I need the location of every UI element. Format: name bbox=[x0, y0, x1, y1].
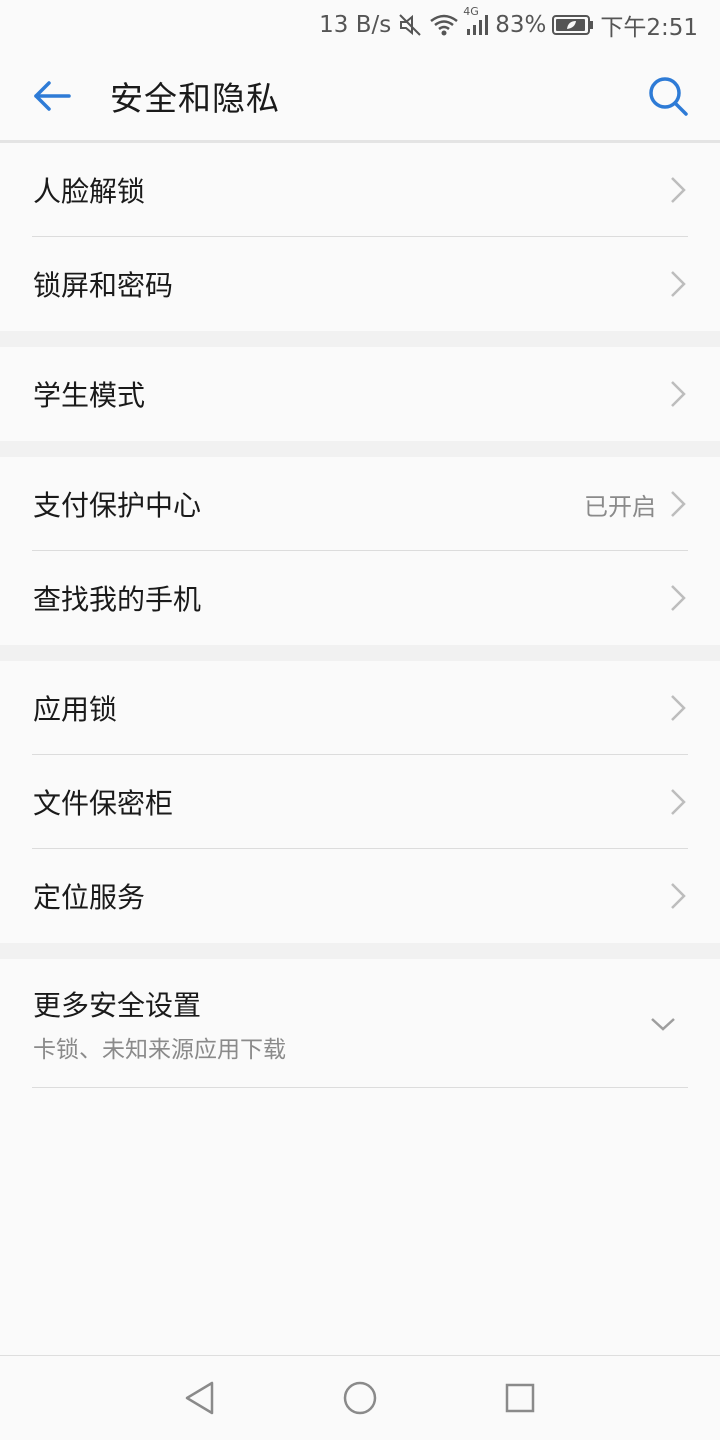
chevron-right-icon bbox=[671, 381, 686, 407]
wifi-icon bbox=[429, 13, 459, 37]
item-label: 学生模式 bbox=[33, 379, 146, 412]
chevron-right-icon bbox=[671, 883, 686, 909]
chevron-right-icon bbox=[671, 789, 686, 815]
face-unlock-item[interactable]: 人脸解锁 bbox=[0, 143, 720, 237]
settings-group-more: 更多安全设置 卡锁、未知来源应用下载 bbox=[0, 959, 720, 1088]
back-button[interactable] bbox=[0, 50, 110, 142]
item-label: 人脸解锁 bbox=[33, 175, 146, 208]
item-label: 文件保密柜 bbox=[33, 787, 174, 820]
find-my-phone-item[interactable]: 查找我的手机 bbox=[0, 551, 720, 645]
clock: 下午2:51 bbox=[600, 15, 698, 41]
recents-square-icon bbox=[505, 1383, 535, 1413]
lock-screen-password-item[interactable]: 锁屏和密码 bbox=[0, 237, 720, 331]
search-button[interactable] bbox=[644, 72, 692, 120]
item-label: 锁屏和密码 bbox=[33, 269, 174, 302]
item-label: 更多安全设置 bbox=[33, 988, 202, 1022]
page-title: 安全和隐私 bbox=[110, 79, 280, 118]
location-services-item[interactable]: 定位服务 bbox=[0, 849, 720, 943]
mute-icon bbox=[397, 12, 423, 38]
item-label: 支付保护中心 bbox=[33, 489, 202, 522]
item-subtitle: 卡锁、未知来源应用下载 bbox=[33, 1036, 286, 1063]
chevron-right-icon bbox=[671, 695, 686, 721]
settings-group-unlock: 人脸解锁 锁屏和密码 bbox=[0, 143, 720, 331]
battery-icon bbox=[552, 14, 594, 36]
back-triangle-icon bbox=[185, 1381, 214, 1415]
payment-protection-item[interactable]: 支付保护中心 已开启 bbox=[0, 457, 720, 551]
nav-home-button[interactable] bbox=[280, 1356, 440, 1440]
net-speed: 13 B/s bbox=[319, 12, 392, 38]
file-safe-item[interactable]: 文件保密柜 bbox=[0, 755, 720, 849]
chevron-down-icon bbox=[651, 1017, 675, 1031]
item-label: 应用锁 bbox=[33, 693, 118, 726]
system-nav-bar bbox=[0, 1355, 720, 1440]
item-label: 定位服务 bbox=[33, 881, 146, 914]
chevron-right-icon bbox=[671, 585, 686, 611]
item-texts: 更多安全设置 卡锁、未知来源应用下载 bbox=[33, 984, 648, 1064]
nav-back-button[interactable] bbox=[120, 1356, 280, 1440]
status-bar: 13 B/s 4G 83% 下午2:51 bbox=[0, 0, 720, 50]
signal-icon: 4G bbox=[463, 5, 489, 37]
app-bar: 安全和隐私 bbox=[0, 50, 720, 142]
battery-percent: 83% bbox=[495, 12, 547, 38]
settings-group-apps: 应用锁 文件保密柜 定位服务 bbox=[0, 661, 720, 943]
group-separator bbox=[0, 331, 720, 347]
student-mode-item[interactable]: 学生模式 bbox=[0, 347, 720, 441]
chevron-right-icon bbox=[671, 177, 686, 203]
group-separator bbox=[0, 441, 720, 457]
nav-recents-button[interactable] bbox=[440, 1356, 600, 1440]
chevron-right-icon bbox=[671, 491, 686, 517]
group-separator bbox=[0, 645, 720, 661]
back-arrow-icon bbox=[34, 81, 71, 111]
settings-group-student: 学生模式 bbox=[0, 347, 720, 441]
chevron-right-icon bbox=[671, 271, 686, 297]
more-security-settings-item[interactable]: 更多安全设置 卡锁、未知来源应用下载 bbox=[0, 959, 720, 1088]
settings-list: 人脸解锁 锁屏和密码 学生模式 支付保护中心 已开启 查找我的手机 应用锁 文件… bbox=[0, 143, 720, 1088]
home-circle-icon bbox=[343, 1381, 377, 1415]
item-label: 查找我的手机 bbox=[33, 583, 202, 616]
network-type: 4G bbox=[463, 5, 479, 18]
group-separator bbox=[0, 943, 720, 959]
settings-group-payment: 支付保护中心 已开启 查找我的手机 bbox=[0, 457, 720, 645]
app-lock-item[interactable]: 应用锁 bbox=[0, 661, 720, 755]
status-value: 已开启 bbox=[584, 492, 656, 521]
search-icon bbox=[649, 77, 688, 116]
